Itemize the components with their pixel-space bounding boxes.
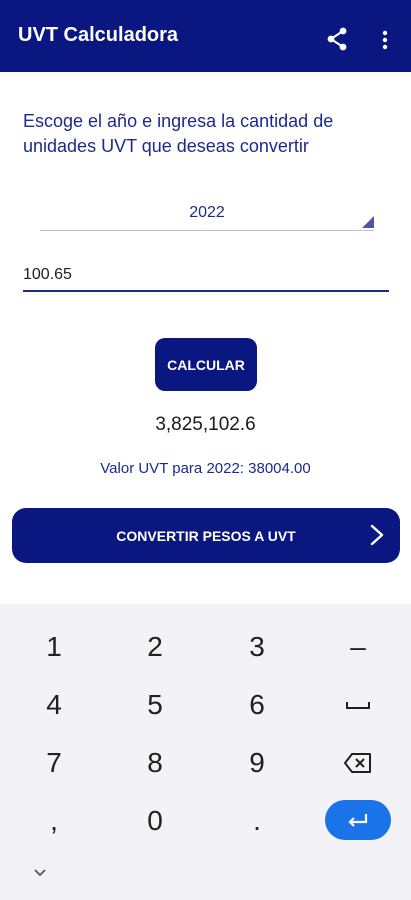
share-icon[interactable] — [326, 27, 348, 51]
convert-label: CONVERTIR PESOS A UVT — [116, 528, 296, 544]
key-1[interactable]: 1 — [4, 622, 104, 672]
result-value: 3,825,102.6 — [155, 414, 256, 435]
key-comma[interactable]: , — [4, 796, 104, 846]
key-7[interactable]: 7 — [4, 738, 104, 788]
key-9[interactable]: 9 — [207, 738, 307, 788]
year-selected: 2022 — [189, 204, 225, 221]
backspace-icon — [344, 753, 371, 773]
key-0[interactable]: 0 — [105, 796, 205, 846]
key-8[interactable]: 8 — [105, 738, 205, 788]
app-title: UVT Calculadora — [18, 24, 179, 46]
more-vert-icon[interactable] — [378, 30, 392, 50]
key-2[interactable]: 2 — [105, 622, 205, 672]
calculate-button[interactable]: CALCULAR — [155, 338, 257, 391]
key-5[interactable]: 5 — [105, 680, 205, 730]
key-backspace[interactable] — [308, 738, 408, 788]
uvt-info-text: Valor UVT para 2022: 38004.00 — [100, 460, 311, 477]
dropdown-caret-icon — [362, 216, 374, 228]
enter-key[interactable] — [325, 800, 391, 840]
instructions-text: Escoge el año e ingresa la cantidad de u… — [23, 111, 334, 156]
space-icon — [346, 702, 370, 709]
convert-pesos-button[interactable]: CONVERTIR PESOS A UVT — [12, 508, 400, 563]
key-minus[interactable]: – — [308, 622, 408, 672]
key-4[interactable]: 4 — [4, 680, 104, 730]
year-dropdown[interactable]: 2022 — [40, 198, 374, 231]
app-bar: UVT Calculadora — [0, 0, 411, 72]
uvt-amount-value: 100.65 — [23, 266, 72, 283]
key-dot[interactable]: . — [207, 796, 307, 846]
chevron-down-icon[interactable] — [33, 868, 47, 878]
enter-icon — [348, 814, 368, 827]
chevron-right-icon — [370, 524, 384, 546]
key-3[interactable]: 3 — [207, 622, 307, 672]
uvt-amount-input[interactable]: 100.65 — [23, 260, 389, 292]
key-6[interactable]: 6 — [207, 680, 307, 730]
key-space[interactable] — [308, 680, 408, 730]
